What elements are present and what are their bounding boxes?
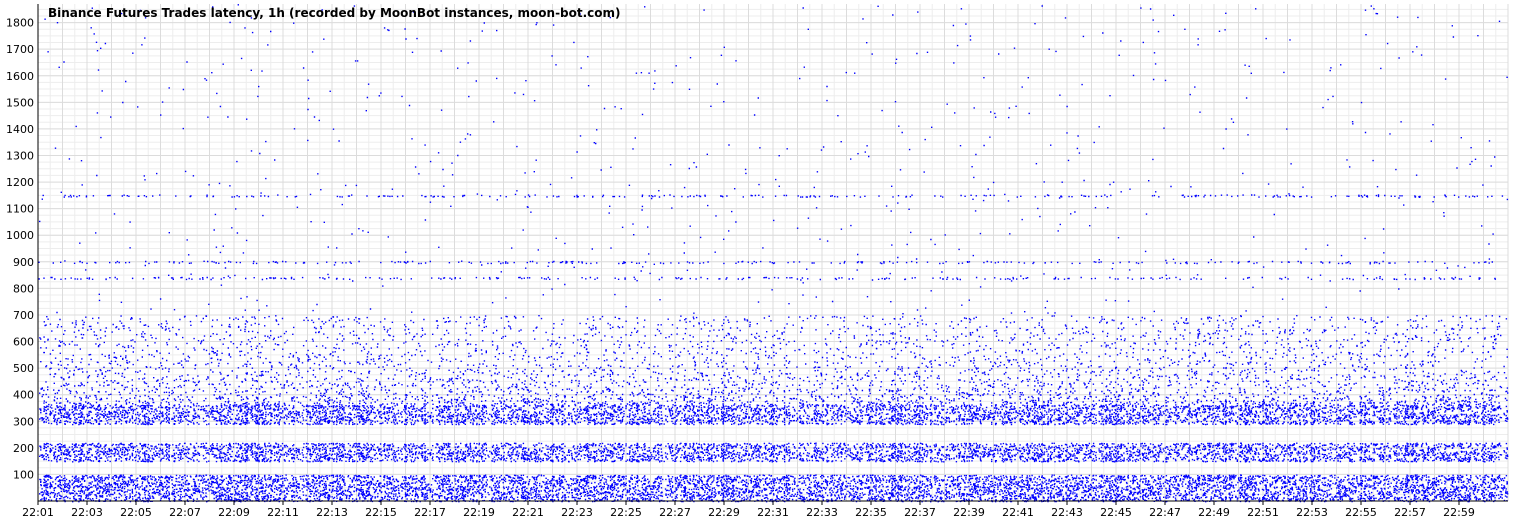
x-tick-label: 22:41 [1002, 506, 1034, 519]
x-tick-label: 22:43 [1051, 506, 1083, 519]
x-tick-label: 22:35 [855, 506, 887, 519]
x-tick-label: 22:09 [218, 506, 250, 519]
x-tick-label: 22:49 [1198, 506, 1230, 519]
y-tick-label: 1100 [6, 203, 34, 216]
plot-background [0, 0, 1520, 520]
x-tick-label: 22:17 [414, 506, 446, 519]
y-tick-label: 200 [13, 442, 34, 455]
y-tick-label: 1600 [6, 70, 34, 83]
grid-major [37, 4, 1509, 501]
x-tick-label: 22:13 [316, 506, 348, 519]
x-tick-label: 22:07 [169, 506, 201, 519]
x-tick-label: 22:29 [708, 506, 740, 519]
x-tick-label: 22:57 [1394, 506, 1426, 519]
chart-title: Binance Futures Trades latency, 1h (reco… [48, 6, 621, 20]
x-tick-label: 22:31 [757, 506, 789, 519]
y-tick-label: 100 [13, 468, 34, 481]
x-tick-label: 22:21 [512, 506, 544, 519]
x-tick-label: 22:01 [22, 506, 54, 519]
x-tick-label: 22:55 [1345, 506, 1377, 519]
x-tick-label: 22:45 [1100, 506, 1132, 519]
y-tick-label: 1800 [6, 17, 34, 30]
x-tick-label: 22:37 [904, 506, 936, 519]
x-tick-label: 22:33 [806, 506, 838, 519]
x-tick-label: 22:53 [1296, 506, 1328, 519]
y-tick-label: 1200 [6, 176, 34, 189]
x-tick-label: 22:23 [561, 506, 593, 519]
x-tick-label: 22:25 [610, 506, 642, 519]
x-tick-label: 22:39 [953, 506, 985, 519]
x-tick-label: 22:19 [463, 506, 495, 519]
x-tick-label: 22:03 [71, 506, 103, 519]
x-tick-label: 22:15 [365, 506, 397, 519]
x-tick-label: 22:11 [267, 506, 299, 519]
y-tick-label: 500 [13, 362, 34, 375]
x-tick-label: 22:27 [659, 506, 691, 519]
y-tick-label: 800 [13, 282, 34, 295]
latency-scatter-chart: 100 200 300 400 500 600 700 800 900 1000 1100 1200 1… [0, 0, 1520, 520]
y-tick-label: 1500 [6, 96, 34, 109]
y-tick-label: 600 [13, 336, 34, 349]
y-tick-label: 300 [13, 415, 34, 428]
x-tick-label: 22:05 [120, 506, 152, 519]
y-tick-label: 900 [13, 256, 34, 269]
x-tick-label: 22:59 [1443, 506, 1475, 519]
y-tick-label: 1400 [6, 123, 34, 136]
y-tick-label: 700 [13, 309, 34, 322]
x-tick-label: 22:47 [1149, 506, 1181, 519]
y-tick-label: 1000 [6, 229, 34, 242]
y-tick-label: 1300 [6, 149, 34, 162]
x-tick-label: 22:51 [1247, 506, 1279, 519]
y-tick-label: 1700 [6, 43, 34, 56]
y-tick-label: 400 [13, 389, 34, 402]
